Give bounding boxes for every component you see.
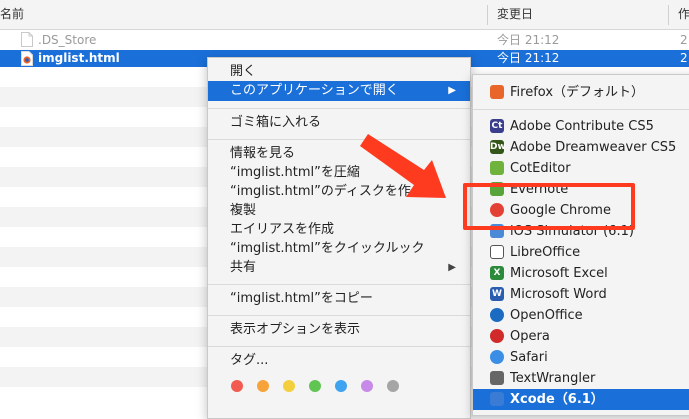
highlight-box: [463, 183, 635, 230]
